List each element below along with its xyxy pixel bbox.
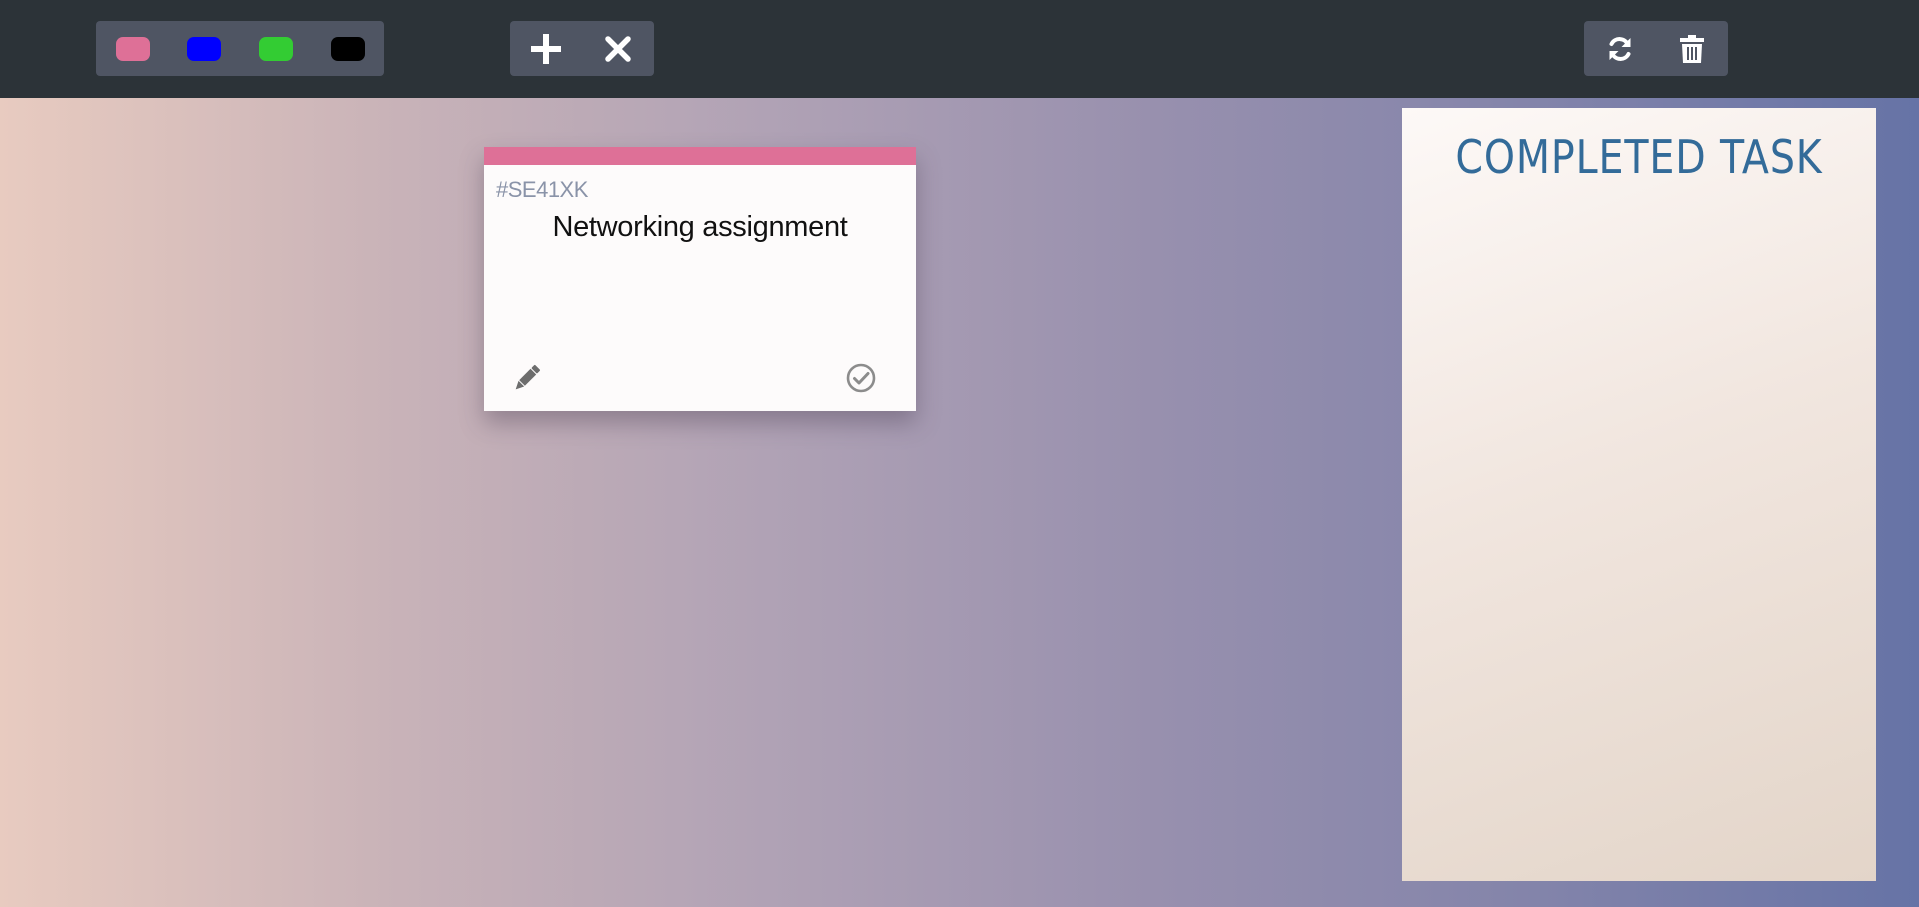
color-swatch-black[interactable] (331, 37, 365, 61)
completed-task-title: COMPLETED TASK (1455, 130, 1823, 184)
note-id: #SE41XK (496, 177, 588, 202)
note-actions-group (510, 21, 654, 76)
color-swatch-pink[interactable] (116, 37, 150, 61)
note-text[interactable]: Networking assignment (484, 211, 916, 244)
refresh-icon (1609, 36, 1631, 61)
check-circle-icon (846, 363, 876, 393)
note-color-bar (484, 147, 916, 165)
plus-icon (531, 33, 561, 64)
task-note[interactable]: #SE41XK Networking assignment (484, 147, 916, 411)
trash-icon (1680, 34, 1704, 63)
add-note-button[interactable] (510, 21, 582, 76)
completed-task-panel[interactable]: COMPLETED TASK (1402, 108, 1876, 881)
tools-group (1584, 21, 1728, 76)
delete-all-button[interactable] (1656, 21, 1728, 76)
close-icon (605, 35, 631, 62)
complete-note-button[interactable] (844, 361, 878, 395)
clear-notes-button[interactable] (582, 21, 654, 76)
top-toolbar (0, 0, 1919, 98)
edit-note-button[interactable] (510, 361, 544, 395)
color-picker-group (96, 21, 384, 76)
color-swatch-blue[interactable] (187, 37, 221, 61)
color-swatch-green[interactable] (259, 37, 293, 61)
pencil-icon (515, 364, 541, 390)
refresh-button[interactable] (1584, 21, 1656, 76)
